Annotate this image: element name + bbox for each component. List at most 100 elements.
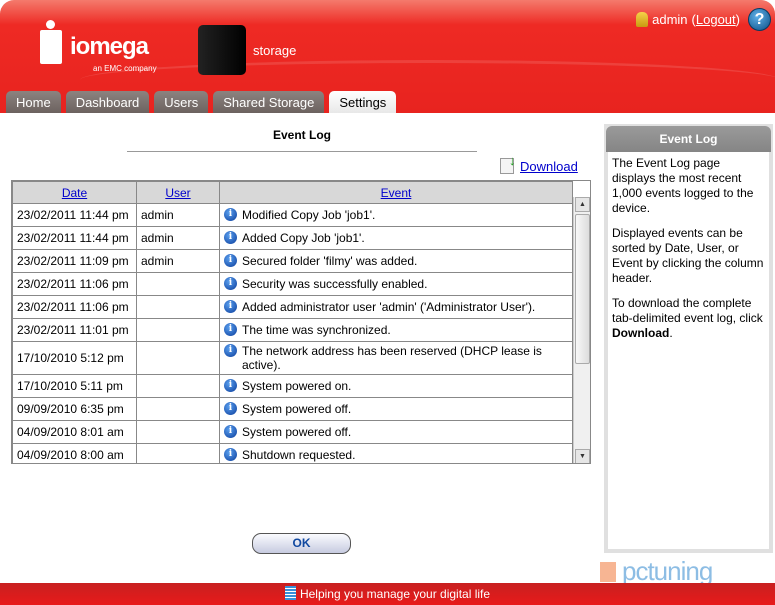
info-icon: i xyxy=(224,402,237,415)
table-row: 23/02/2011 11:01 pm i The time was synchr… xyxy=(12,318,573,342)
user-icon xyxy=(636,12,649,27)
tab-home[interactable]: Home xyxy=(6,91,61,113)
cell-user: admin xyxy=(136,226,220,250)
cell-event: i The time was synchronized. xyxy=(219,318,573,342)
info-icon: i xyxy=(224,323,237,336)
footer-tagline: Helping you manage your digital life xyxy=(299,587,491,601)
cell-event: i Secured folder 'filmy' was added. xyxy=(219,249,573,273)
info-icon: i xyxy=(224,300,237,313)
info-icon: i xyxy=(224,425,237,438)
event-text: Security was successfully enabled. xyxy=(242,277,428,291)
cell-date: 04/09/2010 8:00 am xyxy=(12,443,137,463)
info-icon: i xyxy=(224,379,237,392)
cell-user xyxy=(136,374,220,398)
cell-date: 23/02/2011 11:06 pm xyxy=(12,272,137,296)
info-icon: i xyxy=(224,277,237,290)
cell-date: 23/02/2011 11:06 pm xyxy=(12,295,137,319)
table-row: 17/10/2010 5:11 pm i System powered on. xyxy=(12,374,573,398)
download-area: Download xyxy=(500,153,578,174)
cell-user xyxy=(136,272,220,296)
event-text: The time was synchronized. xyxy=(242,323,391,337)
user-area: admin (Logout) ? xyxy=(636,8,771,31)
event-text: Shutdown requested. xyxy=(242,448,356,462)
sort-date-link[interactable]: Date xyxy=(62,186,87,200)
cell-user xyxy=(136,295,220,319)
device-name: storage xyxy=(253,43,297,58)
info-icon: i xyxy=(224,344,237,357)
help-icon[interactable]: ? xyxy=(748,8,771,31)
cell-event: i Modified Copy Job 'job1'. xyxy=(219,203,573,227)
cell-event: i System powered off. xyxy=(219,397,573,421)
cell-event: i Security was successfully enabled. xyxy=(219,272,573,296)
cell-user xyxy=(136,420,220,444)
event-text: Added Copy Job 'job1'. xyxy=(242,231,365,245)
event-log-table: Date User Event 23/02/2011 11:44 pm admi… xyxy=(11,180,591,464)
cell-event: i The network address has been reserved (… xyxy=(219,341,573,375)
cell-date: 23/02/2011 11:01 pm xyxy=(12,318,137,342)
cell-user xyxy=(136,397,220,421)
footer: Helping you manage your digital life xyxy=(0,583,775,605)
scroll-thumb[interactable] xyxy=(575,214,590,364)
event-text: The network address has been reserved (D… xyxy=(242,344,542,372)
table-row: 23/02/2011 11:44 pm admin i Modified Copy… xyxy=(12,203,573,227)
logout-wrap: (Logout) xyxy=(691,12,740,27)
scroll-up-arrow-icon[interactable]: ▲ xyxy=(575,197,590,212)
event-text: System powered off. xyxy=(242,425,352,439)
table-row: 23/02/2011 11:06 pm i Added administrator… xyxy=(12,295,573,319)
cell-date: 04/09/2010 8:01 am xyxy=(12,420,137,444)
scroll-down-arrow-icon[interactable]: ▼ xyxy=(575,449,590,463)
help-sidebar: Event Log The Event Log page displays th… xyxy=(604,124,773,553)
tab-shared-storage[interactable]: Shared Storage xyxy=(213,91,325,113)
sidebar-paragraph: To download the complete tab-delimited e… xyxy=(608,292,769,347)
cell-user xyxy=(136,443,220,463)
cell-date: 09/09/2010 6:35 pm xyxy=(12,397,137,421)
cell-user xyxy=(136,341,220,375)
cell-event: i System powered off. xyxy=(219,420,573,444)
tab-bar: Home Dashboard Users Shared Storage Sett… xyxy=(6,91,397,113)
download-icon[interactable] xyxy=(500,153,516,174)
tab-settings[interactable]: Settings xyxy=(329,91,397,113)
username: admin xyxy=(652,12,688,27)
info-icon: i xyxy=(224,208,237,221)
cell-date: 17/10/2010 5:11 pm xyxy=(12,374,137,398)
logout-link[interactable]: Logout xyxy=(696,12,736,27)
watermark-square xyxy=(600,562,616,582)
column-header-user[interactable]: User xyxy=(136,181,220,204)
event-text: Secured folder 'filmy' was added. xyxy=(242,254,418,268)
event-text: Added administrator user 'admin' ('Admin… xyxy=(242,300,536,314)
cell-event: i System powered on. xyxy=(219,374,573,398)
table-row: 04/09/2010 8:01 am i System powered off. xyxy=(12,420,573,444)
ok-button[interactable]: OK xyxy=(252,533,351,554)
watermark-text: pctuning xyxy=(622,556,713,586)
table-row: 09/09/2010 6:35 pm i System powered off. xyxy=(12,397,573,421)
info-icon: i xyxy=(224,448,237,461)
logo-i xyxy=(40,30,62,64)
page-title: Event Log xyxy=(127,128,477,152)
sort-user-link[interactable]: User xyxy=(165,186,190,200)
event-text: System powered on. xyxy=(242,379,352,393)
cell-user xyxy=(136,318,220,342)
logo-sub: an EMC company xyxy=(93,64,157,73)
device-icon xyxy=(198,25,246,75)
footer-icon xyxy=(284,586,296,600)
event-text: System powered off. xyxy=(242,402,352,416)
event-text: Modified Copy Job 'job1'. xyxy=(242,208,376,222)
logo-word: iomega xyxy=(70,33,149,60)
tab-dashboard[interactable]: Dashboard xyxy=(65,91,150,113)
column-header-event[interactable]: Event xyxy=(219,181,573,204)
download-link[interactable]: Download xyxy=(520,159,578,174)
sidebar-paragraph: The Event Log page displays the most rec… xyxy=(612,156,754,215)
column-header-date[interactable]: Date xyxy=(12,181,137,204)
sidebar-text: To download the complete tab-delimited e… xyxy=(612,296,763,325)
sidebar-title: Event Log xyxy=(606,126,771,152)
tab-users[interactable]: Users xyxy=(154,91,209,113)
cell-date: 23/02/2011 11:44 pm xyxy=(12,226,137,250)
sort-event-link[interactable]: Event xyxy=(381,186,412,200)
cell-user: admin xyxy=(136,203,220,227)
info-icon: i xyxy=(224,231,237,244)
table-row: 04/09/2010 8:00 am i Shutdown requested. xyxy=(12,443,573,463)
sidebar-text: . xyxy=(669,326,673,340)
cell-event: i Added administrator user 'admin' ('Admi… xyxy=(219,295,573,319)
cell-date: 23/02/2011 11:09 pm xyxy=(12,249,137,273)
table-scrollbar[interactable]: ▲ ▼ xyxy=(573,197,590,463)
